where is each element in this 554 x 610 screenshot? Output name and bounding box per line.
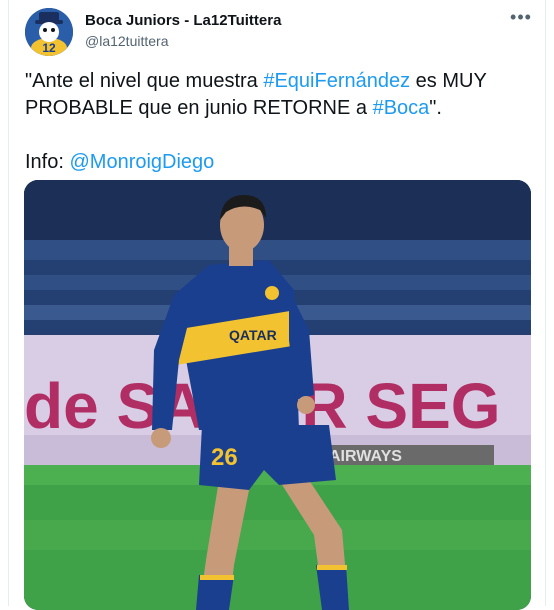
mention-link[interactable]: @MonroigDiego xyxy=(69,151,214,173)
info-label: Info: xyxy=(25,151,70,173)
author-name[interactable]: Boca Juniors - La12Tuittera xyxy=(85,12,281,30)
photo-scene: de SABOR SEG AIRWAYS 26 xyxy=(24,180,531,610)
avatar-badge: 12 xyxy=(42,41,56,55)
tweet-card[interactable]: 12 Boca Juniors - La12Tuittera @la12tuit… xyxy=(8,0,546,610)
more-horizontal-icon[interactable]: ••• xyxy=(509,8,533,30)
tweet-photo[interactable]: de SABOR SEG AIRWAYS 26 xyxy=(24,180,531,610)
hashtag-link[interactable]: #EquiFernández xyxy=(263,70,410,92)
line-spacer xyxy=(25,122,525,149)
author-avatar[interactable]: 12 xyxy=(25,8,73,56)
jersey-number: 26 xyxy=(211,444,238,471)
avatar-image: 12 xyxy=(25,8,73,56)
ad-board-text-2: AIRWAYS xyxy=(329,448,402,465)
tweet-text-part: "Ante el nivel que muestra xyxy=(25,70,264,92)
tweet-text: "Ante el nivel que muestra #EquiFernánde… xyxy=(25,68,525,176)
hashtag-link[interactable]: #Boca xyxy=(373,97,430,119)
author-handle[interactable]: @la12tuittera xyxy=(85,32,281,50)
jersey-sponsor: QATAR xyxy=(229,327,277,343)
author-block[interactable]: Boca Juniors - La12Tuittera @la12tuitter… xyxy=(85,12,281,50)
tweet-text-part: ". xyxy=(429,97,442,119)
